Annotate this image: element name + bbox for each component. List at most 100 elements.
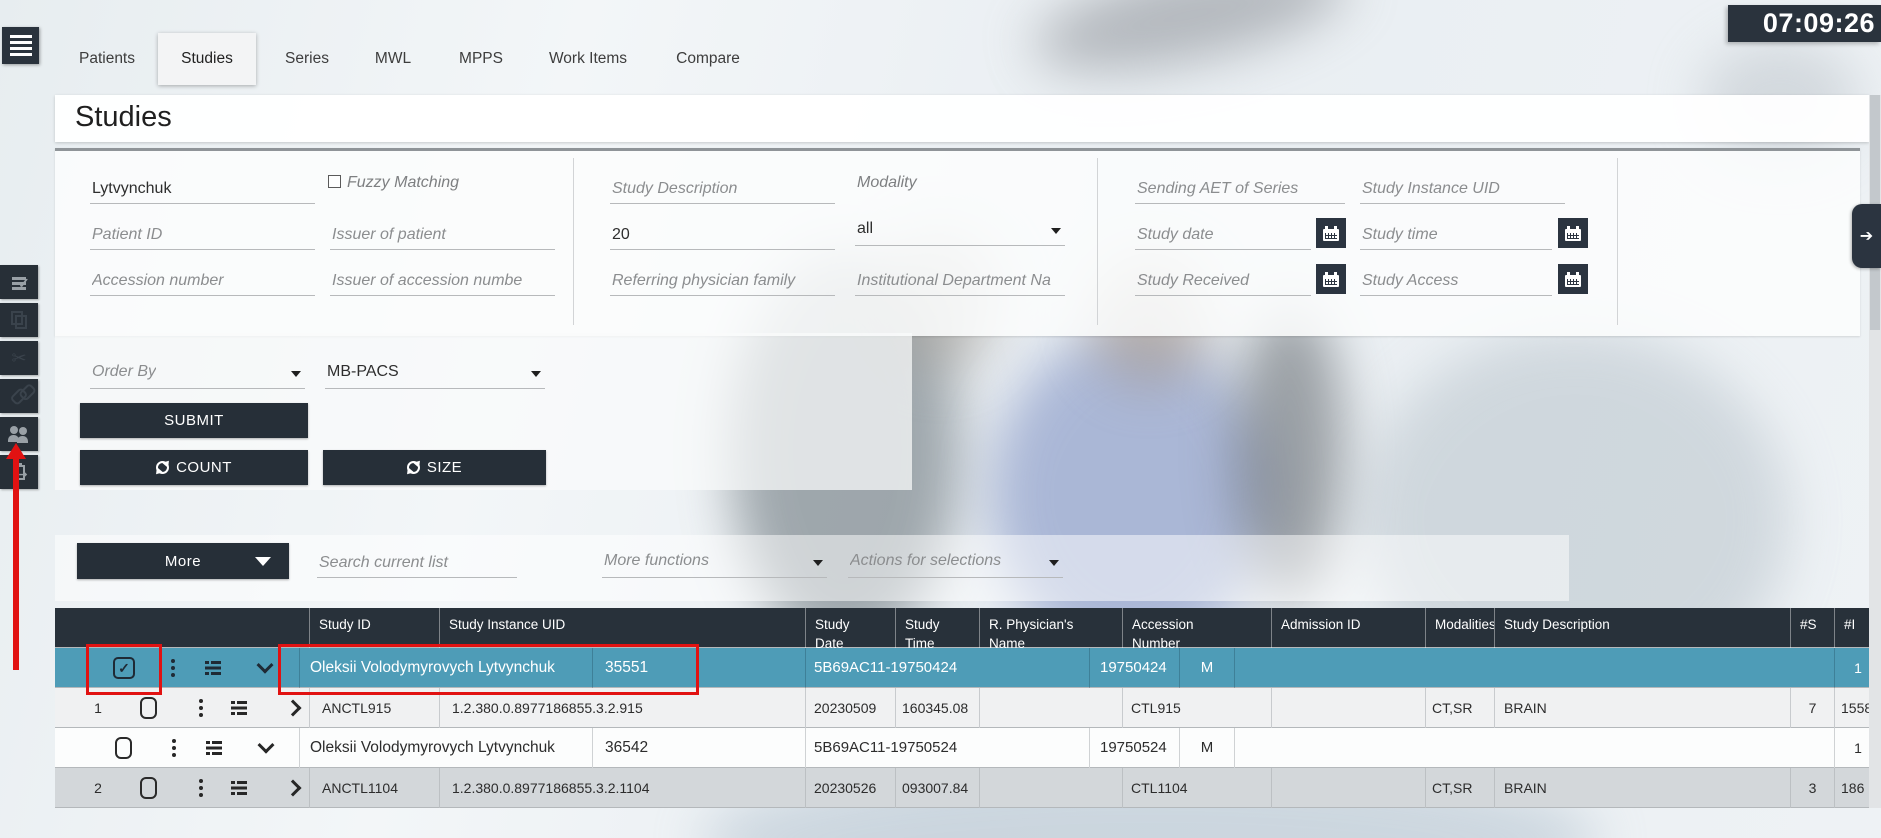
- row-number: 2: [91, 768, 105, 808]
- study-access-calendar-button[interactable]: [1558, 264, 1588, 294]
- study-access-input[interactable]: [1360, 266, 1552, 296]
- study-description: BRAIN: [1495, 768, 1791, 808]
- kebab-menu-icon[interactable]: [199, 786, 203, 790]
- header-study-date[interactable]: StudyDate: [806, 608, 896, 648]
- annotation-box-patient: [278, 644, 699, 695]
- header-referring-physician[interactable]: R. Physician'sName: [980, 608, 1123, 648]
- device-select[interactable]: MB-PACS: [325, 359, 545, 389]
- copy-icon: [15, 315, 27, 329]
- side-panel-handle[interactable]: ➔: [1852, 204, 1881, 268]
- header-study-id[interactable]: Study ID: [310, 608, 440, 648]
- search-current-list-input[interactable]: [317, 548, 517, 578]
- study-instance-uid: 1.2.380.0.8977186855.3.2.1104: [440, 768, 806, 808]
- device-value: MB-PACS: [327, 363, 399, 381]
- study-time: 093007.84: [896, 768, 980, 808]
- header-controls: [55, 608, 310, 648]
- header-study-time[interactable]: StudyTime: [896, 608, 980, 648]
- actions-for-selections-select[interactable]: Actions for selections: [848, 548, 1063, 578]
- tab-patients[interactable]: Patients: [66, 33, 148, 85]
- annotation-arrow-head: [6, 443, 26, 459]
- chevron-right-icon[interactable]: [285, 780, 302, 797]
- attributes-icon[interactable]: [206, 741, 222, 755]
- accession-number-input[interactable]: [90, 266, 315, 296]
- size-button[interactable]: SIZE: [323, 450, 546, 485]
- tab-mwl[interactable]: MWL: [364, 33, 422, 85]
- study-date-input[interactable]: [1135, 220, 1311, 250]
- admission-id: [1272, 768, 1426, 808]
- sending-aet-input[interactable]: [1135, 174, 1345, 204]
- accession-number: CTL1104: [1123, 768, 1272, 808]
- checkbox-unchecked-icon[interactable]: [140, 697, 157, 719]
- chevron-down-icon: [813, 560, 823, 566]
- modalities: CT,SR: [1426, 688, 1495, 728]
- study-time-calendar-button[interactable]: [1558, 218, 1588, 248]
- attributes-icon[interactable]: [205, 661, 221, 675]
- count-button[interactable]: COUNT: [80, 450, 308, 485]
- menu-icon[interactable]: [2, 27, 39, 64]
- clock: 07:09:26: [1728, 5, 1881, 42]
- export-button[interactable]: [0, 455, 38, 489]
- row-controls: 2: [55, 768, 310, 808]
- header-accession-number[interactable]: AccessionNumber: [1123, 608, 1272, 648]
- tab-work-items[interactable]: Work Items: [536, 33, 640, 85]
- tab-mpps[interactable]: MPPS: [446, 33, 516, 85]
- attributes-icon[interactable]: [231, 701, 247, 715]
- fuzzy-matching-checkbox[interactable]: [328, 175, 341, 188]
- institutional-department-input[interactable]: [855, 266, 1065, 296]
- issuer-of-accession-input[interactable]: [330, 266, 555, 296]
- study-date: 20230509: [806, 688, 896, 728]
- kebab-menu-icon[interactable]: [199, 706, 203, 710]
- arrow-right-icon: ➔: [1860, 226, 1873, 246]
- header-num-series[interactable]: #S: [1791, 608, 1835, 648]
- cut-icon: ✂: [11, 349, 26, 367]
- kebab-menu-icon[interactable]: [171, 666, 175, 670]
- header-admission-id[interactable]: Admission ID: [1272, 608, 1426, 648]
- chevron-down-icon: [291, 371, 301, 377]
- modality-label: Modality: [857, 174, 917, 192]
- tab-studies[interactable]: Studies: [158, 33, 256, 85]
- order-by-select[interactable]: Order By: [90, 359, 305, 389]
- modality-value: all: [857, 220, 873, 238]
- referring-physician-input[interactable]: [610, 266, 835, 296]
- study-description-input[interactable]: [610, 174, 835, 204]
- attributes-icon[interactable]: [231, 781, 247, 795]
- tab-series[interactable]: Series: [272, 33, 342, 85]
- more-functions-placeholder: More functions: [604, 552, 709, 570]
- tasks-button[interactable]: [0, 265, 38, 299]
- patient-name-input[interactable]: [90, 174, 315, 204]
- more-functions-select[interactable]: More functions: [602, 548, 827, 578]
- issuer-of-patient-input[interactable]: [330, 220, 555, 250]
- study-time: 160345.08: [896, 688, 980, 728]
- header-study-instance-uid[interactable]: Study Instance UID: [440, 608, 806, 648]
- header-modalities[interactable]: Modalities: [1426, 608, 1495, 648]
- panel-divider: [1617, 158, 1618, 325]
- study-date-calendar-button[interactable]: [1316, 218, 1346, 248]
- refresh-icon: [407, 461, 420, 474]
- chevron-down-icon[interactable]: [258, 737, 275, 754]
- header-study-description[interactable]: Study Description: [1495, 608, 1791, 648]
- patient-row[interactable]: Oleksii Volodymyrovych Lytvynchuk 36542 …: [55, 728, 1881, 768]
- patient-id: 36542: [593, 728, 806, 768]
- checkbox-unchecked-icon[interactable]: [115, 737, 132, 759]
- modality-select[interactable]: all: [855, 216, 1065, 246]
- patient-birth-date: 19750424: [1090, 648, 1180, 688]
- patient-id-issuer: 5B69AC11-19750524: [806, 728, 1090, 768]
- patient-id-input[interactable]: [90, 220, 315, 250]
- checkbox-unchecked-icon[interactable]: [140, 777, 157, 799]
- chevron-right-icon[interactable]: [285, 700, 302, 717]
- chevron-down-icon[interactable]: [257, 657, 274, 674]
- panel-divider: [1097, 158, 1098, 325]
- study-row[interactable]: 2 ANCTL1104 1.2.380.0.8977186855.3.2.110…: [55, 768, 1881, 808]
- study-received-calendar-button[interactable]: [1316, 264, 1346, 294]
- tab-compare[interactable]: Compare: [666, 33, 750, 85]
- more-button[interactable]: More: [77, 543, 289, 579]
- submit-button[interactable]: SUBMIT: [80, 403, 308, 438]
- limit-input[interactable]: [610, 220, 835, 250]
- study-description: BRAIN: [1495, 688, 1791, 728]
- kebab-menu-icon[interactable]: [172, 746, 176, 750]
- study-received-input[interactable]: [1135, 266, 1311, 296]
- study-instance-uid-input[interactable]: [1360, 174, 1565, 204]
- row-controls: [55, 728, 300, 768]
- study-time-input[interactable]: [1360, 220, 1552, 250]
- users-icon: [8, 426, 30, 442]
